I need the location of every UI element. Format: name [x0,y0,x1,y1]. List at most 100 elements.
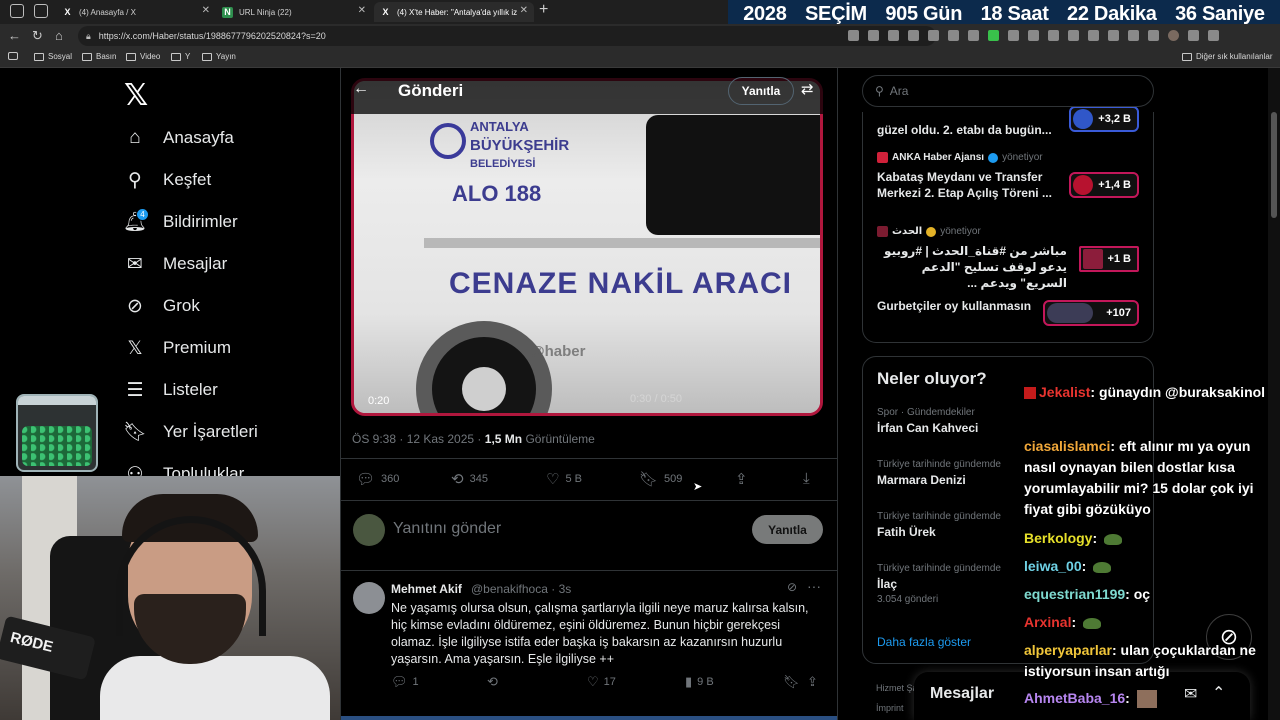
bookmark-other-favorites[interactable]: Diğer sık kullanılanlar [1182,52,1272,61]
space-listeners-pill[interactable]: +1,4 B [1069,172,1139,198]
bookmark-folder-video[interactable]: Video [126,52,160,61]
avatar[interactable] [353,582,385,614]
share-action[interactable]: ⇪ [807,674,818,690]
views-action[interactable]: ▮ 9 B [685,674,714,690]
settings-sliders-icon[interactable]: ⇄ [801,80,814,98]
browser-essentials-icon[interactable] [1148,30,1159,41]
download-action[interactable]: ⤓ [803,470,810,487]
footer-link[interactable]: İmprint [876,703,904,713]
bookmark-folder-y[interactable]: Y [171,52,190,61]
bookmark-label: Diğer sık kullanılanlar [1196,52,1273,61]
extension-icon[interactable] [928,30,939,41]
header-reply-button[interactable]: Yanıtla [728,77,794,105]
split-screen-icon[interactable] [1068,30,1079,41]
extensions-icon[interactable] [1128,30,1139,41]
favorite-star-icon[interactable] [908,30,919,41]
chat-message: Jekalist: günaydın @buraksakinol [1024,382,1274,403]
bookmark-folder-basin[interactable]: Basın [82,52,116,61]
tab-actions-icon[interactable] [34,4,48,18]
folder-icon [34,52,44,61]
bookmark-folder-yayin[interactable]: Yayın [202,52,236,61]
search-input[interactable]: ⚲ Ara [862,75,1154,107]
refresh-icon[interactable]: ↻ [32,28,43,44]
back-icon[interactable]: ← [8,28,21,43]
reply-composer: Yanıtını gönder Yanıtla [341,506,837,570]
back-arrow-icon[interactable]: ← [353,80,369,98]
close-tab-icon[interactable]: ✕ [520,5,528,16]
reply-tweet[interactable]: Mehmet Akif @benakifhoca · 3s ⊘ ··· Ne y… [341,578,837,708]
menu-dots-icon[interactable] [1188,30,1199,41]
new-tab-icon[interactable]: + [539,1,548,19]
post-video-player[interactable]: ANTALYA BÜYÜKŞEHİR BELEDİYESİ ALO 188 CE… [351,78,823,416]
home-icon: ⌂ [129,127,141,148]
collections-icon[interactable] [1108,30,1119,41]
space-listeners-pill[interactable]: +1 B [1079,246,1139,272]
like-action[interactable]: ♡ 5 B [546,470,582,488]
url-text: https://x.com/Haber/status/1988677796202… [98,31,326,41]
bookmark-action[interactable]: 🔖︎ [783,674,800,690]
post-timestamp: ÖS 9:38 · 12 Kas 2025 · [352,432,482,446]
reply-submit-button[interactable]: Yanıtla [752,515,823,544]
like-action[interactable]: ♡ 17 [587,674,616,690]
nav-item-kesfet[interactable]: ⚲ Keşfet [124,169,211,191]
share-action[interactable]: ⇪ [735,470,748,488]
video-text: ANTALYA [470,119,529,134]
chat-user: ciasalislamci [1024,438,1111,454]
bookmark-import-icon[interactable] [8,52,18,60]
tab-haber-post[interactable]: X (4) X'te Haber: "Antalya'da yıllık iz … [374,2,534,22]
nav-label: Anasayfa [163,128,234,147]
nav-item-yer-isaretleri[interactable]: 🔖︎ Yer İşaretleri [123,421,258,443]
read-aloud-icon[interactable] [888,30,899,41]
favorites-icon[interactable] [1088,30,1099,41]
nav-item-anasayfa[interactable]: ⌂ Anasayfa [124,127,234,149]
reply-action[interactable]: 💬︎ 1 [391,674,419,690]
close-tab-icon[interactable]: ✕ [202,5,210,16]
nav-item-premium[interactable]: 𝕏 Premium [124,337,231,359]
profile-avatar[interactable] [1168,30,1179,41]
bookmark-count: 509 [664,473,683,485]
reply-action[interactable]: 💬︎ 360 [356,470,399,488]
extension-icon[interactable] [1048,30,1059,41]
repost-action[interactable]: ⟲ 345 [451,470,488,488]
nav-item-mesajlar[interactable]: ✉ Mesajlar [124,253,227,275]
reply-input[interactable]: Yanıtını gönder [393,520,501,538]
nav-label: Bildirimler [163,212,238,231]
like-count: 5 B [565,473,582,485]
zoom-icon[interactable] [868,30,879,41]
tab-anasayfa[interactable]: X (4) Anasayfa / X ✕ [56,2,216,22]
tab-url-ninja[interactable]: N URL Ninja (22) ✕ [216,2,372,22]
nav-item-listeler[interactable]: ☰ Listeler [124,379,217,401]
space-listeners-pill[interactable]: +3,2 B [1069,106,1139,132]
extension-icon[interactable] [968,30,979,41]
home-icon[interactable]: ⌂ [55,28,63,43]
extension-icon[interactable] [948,30,959,41]
nav-item-grok[interactable]: ⊘ Grok [124,295,200,317]
reply-author-name[interactable]: Mehmet Akif [391,582,462,596]
close-tab-icon[interactable]: ✕ [358,5,366,16]
x-logo-icon[interactable]: 𝕏 [124,78,148,113]
views-count: 9 B [697,676,714,688]
space-count: +1 B [1107,253,1131,265]
extension-icon[interactable] [988,30,999,41]
avatar [1083,249,1103,269]
extension-icon[interactable] [1008,30,1019,41]
copilot-icon[interactable] [1208,30,1219,41]
extension-icon[interactable] [848,30,859,41]
reply-author-handle[interactable]: @benakifhoca · 3s [471,582,571,596]
url-field[interactable]: 🔒︎ https://x.com/Haber/status/1988677796… [78,26,936,46]
post-meta: ÖS 9:38 · 12 Kas 2025 · 1,5 Mn Görüntüle… [352,432,595,446]
more-dots-icon[interactable]: ··· [807,578,821,594]
bookmark-action[interactable]: 🔖︎ 509 [639,470,682,488]
grok-explain-icon[interactable]: ⊘ [787,580,797,594]
reply-count: 1 [412,676,419,688]
bookmark-folder-sosyal[interactable]: Sosyal [34,52,72,61]
bookmark-label: Sosyal [48,52,73,61]
repost-action[interactable]: ⟲ [487,674,498,690]
space-listeners-pill[interactable]: +107 [1043,300,1139,326]
extension-icon[interactable] [1028,30,1039,41]
countdown-seconds: 36 Saniye [1175,2,1265,25]
avatar [353,514,385,546]
footer-link[interactable]: Hizmet Şa [876,683,918,693]
show-more-link[interactable]: Daha fazla göster [877,635,971,649]
workspaces-icon[interactable] [10,4,24,18]
